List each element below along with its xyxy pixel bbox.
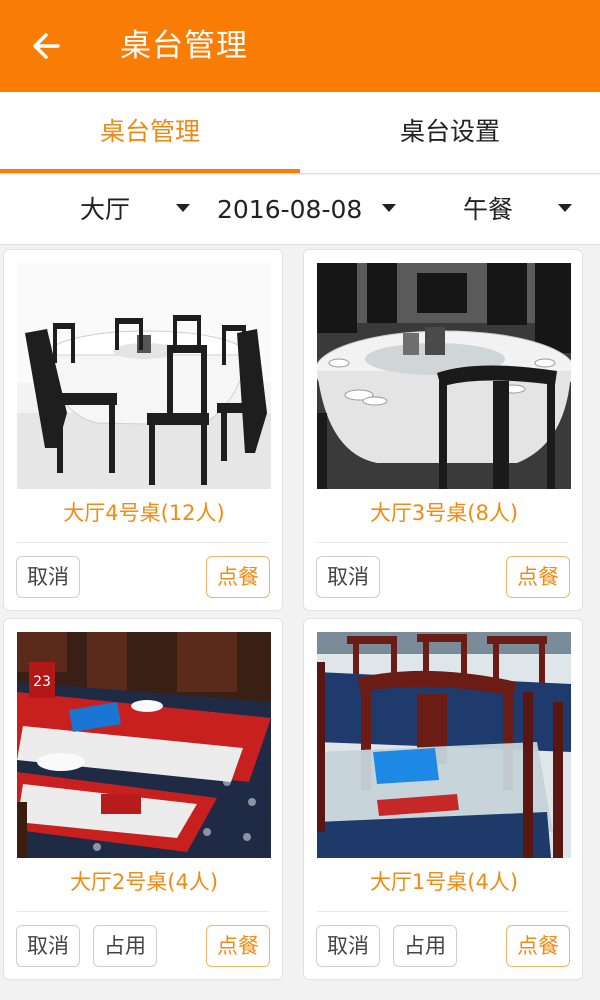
order-button[interactable]: 点餐: [206, 925, 270, 967]
table-name: 大厅4号桌(12人): [63, 501, 225, 525]
table-card[interactable]: 大厅3号桌(8人) 取消 点餐: [303, 249, 583, 611]
table-card[interactable]: 大厅1号桌(4人) 取消 占用 点餐: [303, 618, 583, 980]
table-photo: [17, 263, 271, 489]
cancel-button[interactable]: 取消: [16, 925, 80, 967]
svg-text:23: 23: [33, 674, 51, 690]
table-name: 大厅1号桌(4人): [369, 870, 519, 894]
back-arrow-icon[interactable]: [28, 26, 68, 66]
meal-dropdown-value: 午餐: [463, 195, 514, 224]
caret-down-icon: [382, 204, 396, 212]
divider: [17, 542, 269, 543]
tab-bar: 桌台管理 桌台设置: [0, 92, 600, 174]
meal-dropdown[interactable]: 午餐: [463, 175, 583, 245]
table-card[interactable]: 23 大厅2号桌(4人) 取消 占用 点餐: [3, 618, 283, 980]
table-name: 大厅3号桌(8人): [369, 501, 519, 525]
order-button[interactable]: 点餐: [506, 556, 570, 598]
table-card[interactable]: 大厅4号桌(12人) 取消 点餐: [3, 249, 283, 611]
cancel-button[interactable]: 取消: [316, 925, 380, 967]
divider: [17, 911, 269, 912]
area-dropdown[interactable]: 大厅: [80, 175, 200, 245]
occupy-button[interactable]: 占用: [93, 925, 157, 967]
occupy-button[interactable]: 占用: [393, 925, 457, 967]
date-dropdown-value: 2016-08-08: [217, 195, 363, 224]
divider: [317, 542, 569, 543]
table-name: 大厅2号桌(4人): [69, 870, 219, 894]
cancel-button[interactable]: 取消: [16, 556, 80, 598]
date-dropdown[interactable]: 2016-08-08: [217, 175, 407, 245]
caret-down-icon: [176, 204, 190, 212]
filter-bar: 大厅 2016-08-08 午餐: [0, 175, 600, 245]
order-button[interactable]: 点餐: [506, 925, 570, 967]
tab-table-settings[interactable]: 桌台设置: [300, 92, 600, 174]
active-tab-indicator: [0, 169, 300, 173]
top-app-bar: 桌台管理: [0, 0, 600, 92]
table-photo: 23: [17, 632, 271, 858]
divider: [317, 911, 569, 912]
tab-table-management[interactable]: 桌台管理: [0, 92, 300, 174]
table-photo: [317, 263, 571, 489]
order-button[interactable]: 点餐: [206, 556, 270, 598]
caret-down-icon: [558, 204, 572, 212]
cancel-button[interactable]: 取消: [316, 556, 380, 598]
table-photo: [317, 632, 571, 858]
page-title: 桌台管理: [120, 28, 248, 64]
area-dropdown-value: 大厅: [80, 195, 131, 224]
